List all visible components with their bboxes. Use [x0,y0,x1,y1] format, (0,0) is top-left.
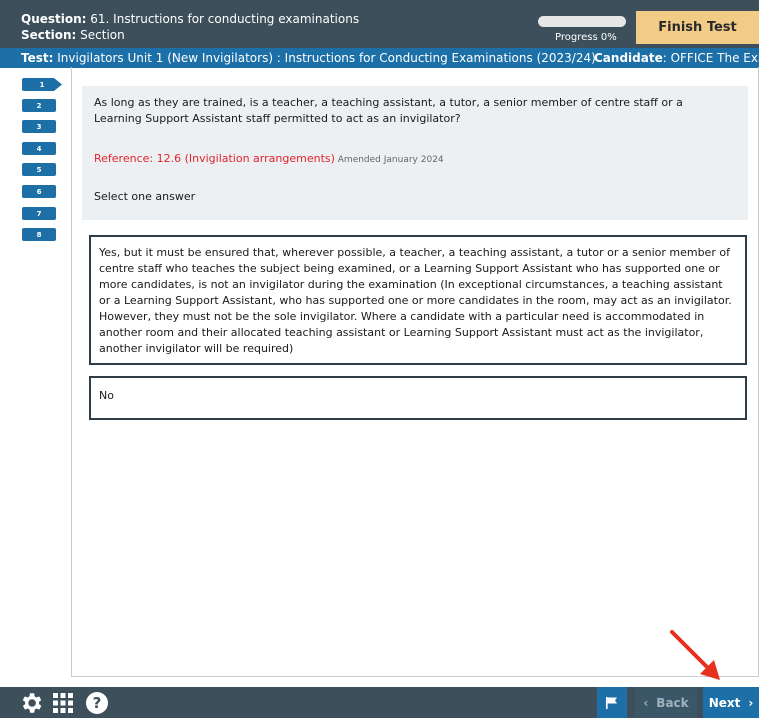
question-nav-8[interactable]: 8 [22,228,56,241]
help-icon[interactable]: ? [84,687,110,718]
question-nav-2[interactable]: 2 [22,99,56,112]
flag-icon [606,696,617,709]
question-nav-4[interactable]: 4 [22,142,56,155]
select-instruction: Select one answer [94,190,196,203]
answer-option-no[interactable]: No [89,376,747,420]
amended-note: Amended January 2024 [334,155,444,165]
finish-test-button[interactable]: Finish Test [636,11,759,44]
help-glyph: ? [86,691,108,714]
gear-icon[interactable] [16,687,46,718]
flag-button[interactable] [597,687,627,718]
header-bar: Question: 61. Instructions for conductin… [0,0,759,48]
question-nav-6[interactable]: 6 [22,185,56,198]
chevron-left-icon: ‹ [643,695,649,710]
annotation-arrow-icon [670,630,720,680]
question-nav-5[interactable]: 5 [22,163,56,176]
next-label: Next [708,695,741,710]
back-label: Back [656,695,689,710]
question-title: Question: 61. Instructions for conductin… [21,12,360,26]
section-title: Section: Section [21,28,125,42]
answer-option-yes[interactable]: Yes, but it must be ensured that, wherev… [89,235,747,365]
gear-icon-graphic [22,692,42,713]
candidate-name: Candidate: OFFICE The Exams [594,51,759,65]
question-text: As long as they are trained, is a teache… [94,96,683,125]
question-nav-7[interactable]: 7 [22,207,56,220]
question-nav-1[interactable]: 1 [22,78,62,91]
progress-label: Progress 0% [555,32,617,43]
test-name: Test: Invigilators Unit 1 (New Invigilat… [21,51,596,65]
grid-icon-graphic [53,692,73,713]
chevron-right-icon: › [748,695,754,710]
progress-bar [538,16,626,27]
next-button[interactable]: Next › [703,687,759,718]
question-nav-3[interactable]: 3 [22,120,56,133]
back-button[interactable]: ‹ Back [635,687,697,718]
grid-icon[interactable] [50,687,76,718]
reference-text: Reference: 12.6 (Invigilation arrangemen… [94,152,444,165]
test-info-bar: Test: Invigilators Unit 1 (New Invigilat… [0,48,759,68]
